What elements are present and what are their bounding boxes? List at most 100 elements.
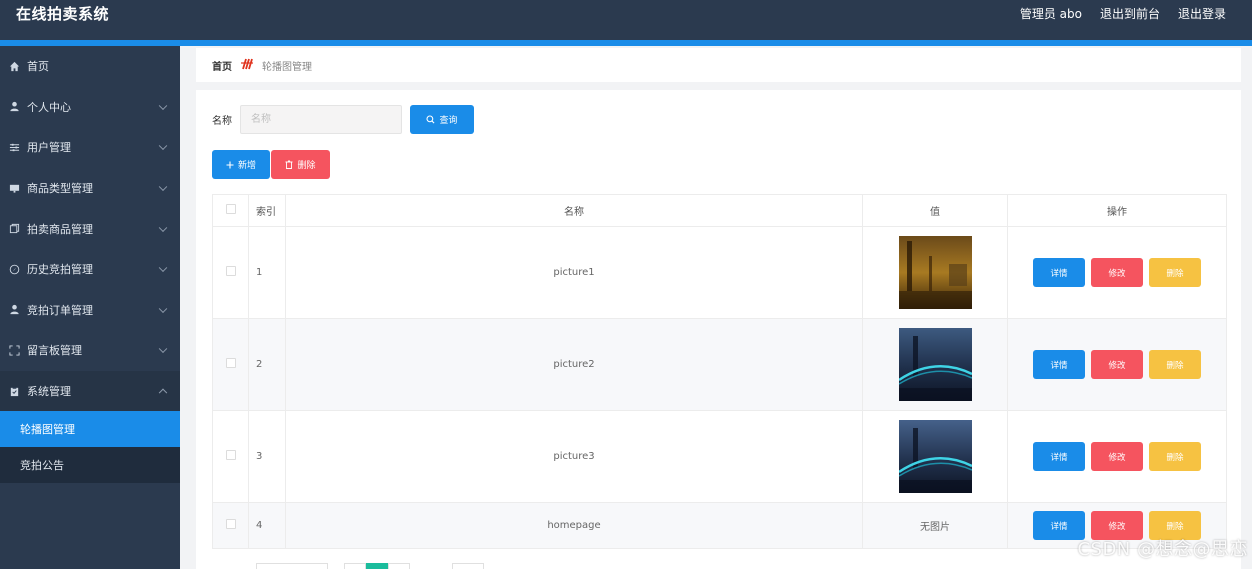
- admin-user-label[interactable]: 管理员 abo: [1020, 5, 1082, 22]
- row-checkbox[interactable]: [225, 358, 236, 368]
- compass-icon: [8, 263, 20, 275]
- row-value-cell: [862, 410, 1008, 503]
- row-name: picture1: [285, 226, 863, 319]
- prev-page-button[interactable]: [344, 563, 366, 569]
- table-row: 3 picture3 详情 修改 删除: [212, 410, 1227, 503]
- column-header-index: 索引: [248, 194, 286, 227]
- batch-delete-button[interactable]: 删除: [271, 150, 330, 179]
- sidebar-subitem-label: 轮播图管理: [20, 423, 75, 437]
- row-checkbox[interactable]: [225, 266, 236, 276]
- table-row: 1 picture1 详情 修改 删除: [212, 226, 1227, 319]
- sliders-icon: [8, 141, 20, 153]
- sidebar-item-label: 竞拍订单管理: [27, 303, 93, 317]
- add-button-label: 新增: [237, 161, 256, 171]
- batch-delete-button-label: 删除: [297, 161, 316, 171]
- frame-icon: [8, 344, 20, 356]
- sidebar-item-system[interactable]: 系统管理: [0, 370, 180, 412]
- select-all-cell: [212, 194, 249, 227]
- sidebar-item-label: 历史竞拍管理: [27, 263, 93, 277]
- sidebar-subitem-label: 竞拍公告: [20, 459, 64, 473]
- sidebar-item-product-types[interactable]: 商品类型管理: [0, 168, 180, 209]
- search-icon: [426, 115, 435, 124]
- trash-icon: [285, 160, 293, 169]
- main-panel: 名称 查询 新增 删除 索引 名称 值 操作 1 picture1: [196, 90, 1241, 569]
- row-select-cell: [212, 226, 249, 319]
- sidebar-item-label: 个人中心: [27, 100, 71, 114]
- edit-button[interactable]: 修改: [1091, 350, 1143, 379]
- row-checkbox[interactable]: [225, 519, 236, 529]
- page-size-select[interactable]: [256, 563, 328, 569]
- sidebar-subitem-announcements[interactable]: 竞拍公告: [0, 447, 180, 483]
- sidebar-item-message-board[interactable]: 留言板管理: [0, 330, 180, 371]
- chevron-down-icon: [158, 304, 168, 313]
- detail-button[interactable]: 详情: [1033, 258, 1085, 287]
- row-index: 2: [248, 318, 286, 411]
- carousel-thumbnail-image: [898, 420, 972, 493]
- top-header: 在线拍卖系统 管理员 abo 退出到前台 退出登录: [0, 0, 1252, 40]
- system-submenu: 轮播图管理 竞拍公告: [0, 411, 180, 484]
- clipboard-icon: [8, 385, 20, 397]
- table-row: 4 homepage 无图片 详情 修改 删除: [212, 502, 1227, 549]
- exit-to-front-link[interactable]: 退出到前台: [1100, 5, 1160, 22]
- sidebar-item-profile[interactable]: 个人中心: [0, 87, 180, 128]
- sidebar-item-users[interactable]: 用户管理: [0, 127, 180, 168]
- chevron-down-icon: [158, 223, 168, 232]
- row-value: 无图片: [862, 502, 1008, 549]
- sidebar: 首页 个人中心 用户管理 商品类型管理 拍卖商品管理 历史竞拍管理 竞拍订单管理…: [0, 46, 180, 569]
- edit-button[interactable]: 修改: [1091, 442, 1143, 471]
- add-button[interactable]: 新增: [212, 150, 270, 179]
- breadcrumb-home[interactable]: 首页: [212, 58, 232, 73]
- user-icon: [8, 304, 20, 316]
- breadcrumb-separator-icon: [240, 58, 254, 73]
- sidebar-item-label: 用户管理: [27, 141, 71, 155]
- next-page-button[interactable]: [388, 563, 410, 569]
- chevron-down-icon: [158, 345, 168, 354]
- edit-button[interactable]: 修改: [1091, 258, 1143, 287]
- page-jump-input[interactable]: [452, 563, 484, 569]
- sidebar-item-home[interactable]: 首页: [0, 46, 180, 87]
- row-name: picture2: [285, 318, 863, 411]
- plus-icon: [226, 161, 234, 168]
- row-value-cell: [862, 226, 1008, 319]
- row-index: 3: [248, 410, 286, 503]
- header-accent-line: [0, 40, 1252, 46]
- copy-icon: [8, 223, 20, 235]
- header-actions: 管理员 abo 退出到前台 退出登录: [1020, 5, 1226, 22]
- chevron-down-icon: [158, 263, 168, 273]
- page-number-active[interactable]: [366, 563, 388, 569]
- csdn-watermark: CSDN @想念@思恋: [1077, 539, 1248, 560]
- carousel-table: 索引 名称 值 操作 1 picture1 详情 修改 删除 2 picture…: [212, 194, 1227, 549]
- detail-button[interactable]: 详情: [1033, 350, 1085, 379]
- sidebar-item-bid-history[interactable]: 历史竞拍管理: [0, 249, 180, 290]
- row-index: 1: [248, 226, 286, 319]
- delete-button[interactable]: 删除: [1149, 442, 1201, 471]
- sidebar-item-label: 系统管理: [27, 385, 71, 399]
- row-select-cell: [212, 502, 249, 549]
- row-name: picture3: [285, 410, 863, 503]
- select-all-checkbox[interactable]: [225, 204, 236, 214]
- sidebar-subitem-carousel[interactable]: 轮播图管理: [0, 411, 180, 448]
- sidebar-item-label: 拍卖商品管理: [27, 222, 93, 236]
- row-select-cell: [212, 410, 249, 503]
- search-row: 名称 查询: [212, 105, 474, 134]
- pagination: [256, 563, 484, 569]
- query-button[interactable]: 查询: [410, 105, 474, 134]
- delete-button[interactable]: 删除: [1149, 350, 1201, 379]
- sidebar-item-auction-products[interactable]: 拍卖商品管理: [0, 208, 180, 249]
- sidebar-item-bid-orders[interactable]: 竞拍订单管理: [0, 290, 180, 331]
- detail-button[interactable]: 详情: [1033, 442, 1085, 471]
- chevron-up-icon: [158, 388, 168, 398]
- logout-link[interactable]: 退出登录: [1178, 5, 1226, 22]
- sidebar-item-label: 商品类型管理: [27, 182, 93, 196]
- sidebar-item-label: 首页: [27, 60, 49, 74]
- delete-button[interactable]: 删除: [1149, 258, 1201, 287]
- row-checkbox[interactable]: [225, 450, 236, 460]
- column-header-name: 名称: [285, 194, 863, 227]
- chevron-down-icon: [158, 182, 168, 192]
- table-row: 2 picture2 详情 修改 删除: [212, 318, 1227, 411]
- row-actions-cell: 详情 修改 删除: [1007, 410, 1227, 503]
- chevron-down-icon: [158, 142, 168, 151]
- carousel-thumbnail-image: [898, 328, 972, 401]
- home-icon: [8, 60, 20, 72]
- name-search-input[interactable]: [240, 105, 402, 134]
